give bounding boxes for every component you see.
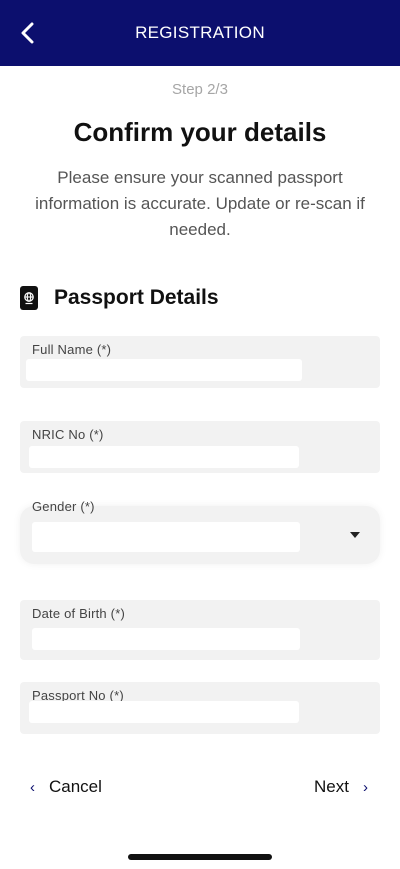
section-title: Passport Details xyxy=(54,286,219,309)
home-indicator xyxy=(128,854,272,860)
footer-nav: ‹ Cancel Next › xyxy=(0,777,400,803)
full-name-field: Full Name (*) xyxy=(20,336,380,388)
gender-label: Gender (*) xyxy=(32,499,95,514)
full-name-label: Full Name (*) xyxy=(32,342,112,357)
nric-field: NRIC No (*) xyxy=(20,421,380,473)
cancel-label: Cancel xyxy=(49,777,102,796)
next-button[interactable]: Next › xyxy=(314,777,368,797)
passport-no-input[interactable] xyxy=(29,701,299,723)
section-passport-details: Passport Details xyxy=(20,286,219,310)
page-description: Please ensure your scanned passport info… xyxy=(35,168,365,239)
header-title: REGISTRATION xyxy=(135,23,265,42)
dob-input[interactable] xyxy=(32,628,300,650)
dob-label: Date of Birth (*) xyxy=(32,606,125,621)
dob-field: Date of Birth (*) xyxy=(20,600,380,660)
next-label: Next xyxy=(314,777,349,796)
chevron-left-icon: ‹ xyxy=(30,778,35,796)
nric-input[interactable] xyxy=(29,446,299,468)
registration-screen: REGISTRATION Step 2/3 Confirm your detai… xyxy=(0,0,400,869)
nric-label: NRIC No (*) xyxy=(32,427,104,442)
chevron-left-icon xyxy=(21,22,34,44)
header-bar: REGISTRATION xyxy=(0,0,400,66)
gender-select[interactable]: Gender (*) xyxy=(20,499,380,564)
back-button[interactable] xyxy=(12,17,44,49)
chevron-right-icon: › xyxy=(363,778,368,796)
passport-icon xyxy=(20,286,38,310)
step-indicator: Step 2/3 xyxy=(172,81,228,98)
gender-input[interactable] xyxy=(32,522,300,552)
passport-no-field: Passport No (*) xyxy=(20,682,380,734)
cancel-button[interactable]: ‹ Cancel xyxy=(30,777,102,797)
full-name-input[interactable] xyxy=(26,359,302,381)
dropdown-caret-icon[interactable] xyxy=(350,532,360,538)
page-title: Confirm your details xyxy=(73,117,327,147)
